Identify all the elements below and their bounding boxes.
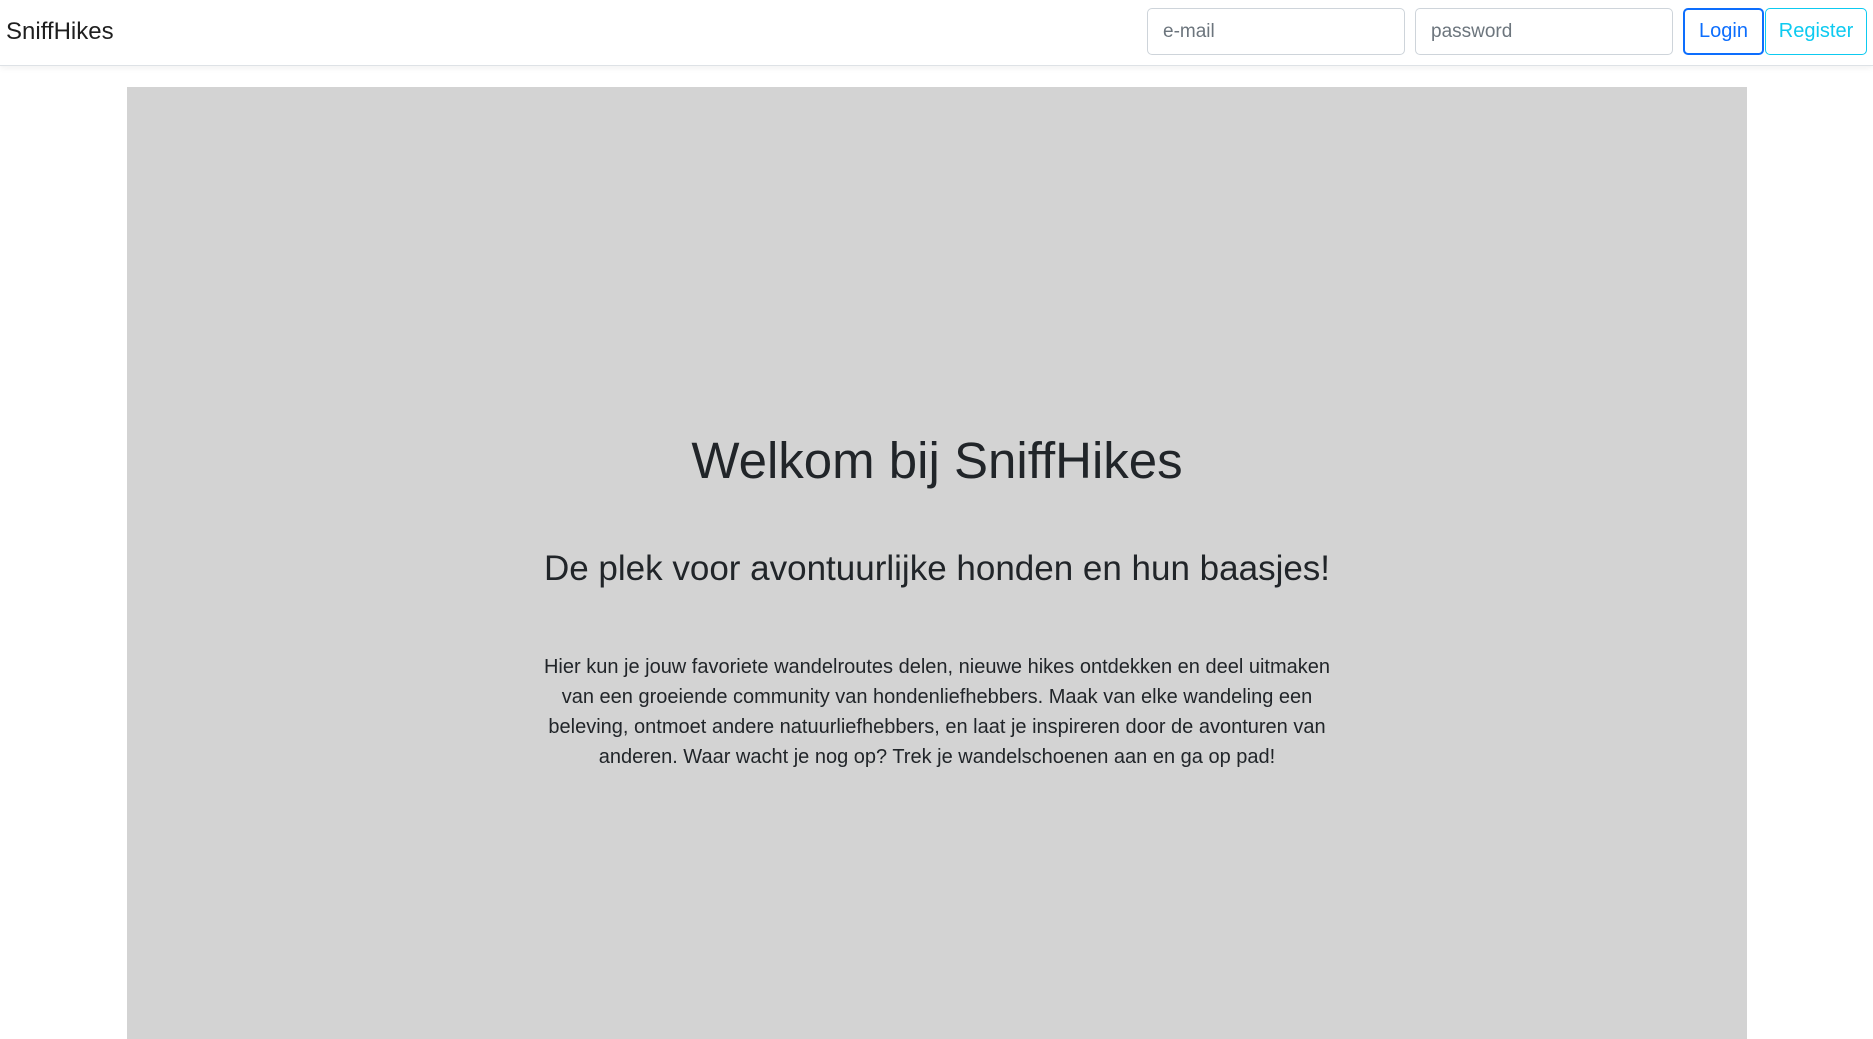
hero-title: Welkom bij SniffHikes	[691, 432, 1183, 489]
login-button[interactable]: Login	[1683, 8, 1764, 55]
welcome-hero: Welkom bij SniffHikes De plek voor avont…	[127, 87, 1747, 1039]
top-navbar: SniffHikes Login Register	[0, 0, 1873, 66]
hero-description: Hier kun je jouw favoriete wandelroutes …	[543, 656, 1331, 768]
register-button[interactable]: Register	[1765, 8, 1867, 55]
email-input[interactable]	[1147, 8, 1405, 55]
password-input[interactable]	[1415, 8, 1673, 55]
brand-logo-link[interactable]: SniffHikes	[6, 16, 114, 48]
hero-subtitle: De plek voor avontuurlijke honden en hun…	[543, 549, 1331, 588]
